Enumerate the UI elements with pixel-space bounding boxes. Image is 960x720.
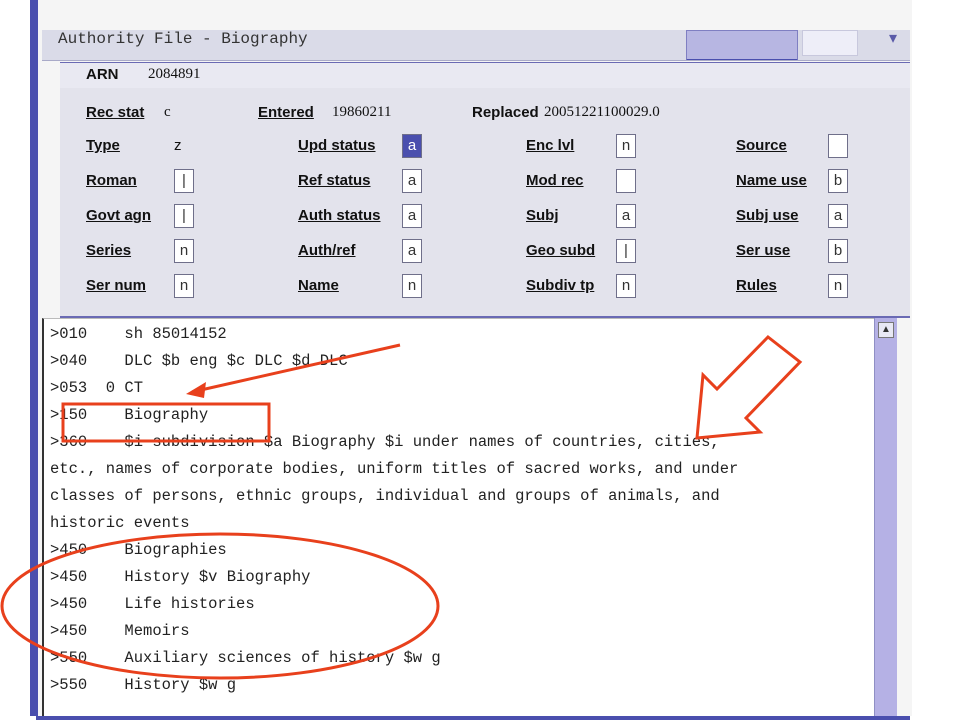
titlebar-arrow-icon[interactable]: ▾ (884, 30, 902, 50)
roman-label[interactable]: Roman (86, 172, 137, 189)
ref-status-label[interactable]: Ref status (298, 172, 371, 189)
window-title: Authority File - Biography (58, 30, 308, 48)
type-label[interactable]: Type (86, 137, 120, 154)
marc-line[interactable]: >150 Biography (50, 406, 208, 424)
ser-num-label[interactable]: Ser num (86, 277, 146, 294)
marc-text-area[interactable]: >010 sh 85014152 >040 DLC $b eng $c DLC … (42, 318, 876, 717)
geo-subd-label[interactable]: Geo subd (526, 242, 595, 259)
arn-label: ARN (86, 66, 119, 83)
rules-field[interactable]: n (828, 274, 848, 298)
geo-subd-field[interactable]: | (616, 239, 636, 263)
series-field[interactable]: n (174, 239, 194, 263)
mod-rec-label[interactable]: Mod rec (526, 172, 584, 189)
replaced-value: 20051221100029.0 (544, 104, 660, 120)
marc-line[interactable]: >053 0 CT (50, 379, 143, 397)
upd-status-field[interactable]: a (402, 134, 422, 158)
marc-line[interactable]: etc., names of corporate bodies, uniform… (50, 460, 738, 478)
vertical-scrollbar[interactable]: ▲ (874, 318, 897, 716)
subdiv-tp-label[interactable]: Subdiv tp (526, 277, 594, 294)
auth-status-field[interactable]: a (402, 204, 422, 228)
series-label[interactable]: Series (86, 242, 131, 259)
source-field[interactable] (828, 134, 848, 158)
ser-num-field[interactable]: n (174, 274, 194, 298)
enc-lvl-field[interactable]: n (616, 134, 636, 158)
arn-value: 2084891 (148, 66, 201, 82)
ser-use-label[interactable]: Ser use (736, 242, 790, 259)
marc-line[interactable]: >040 DLC $b eng $c DLC $d DLC (50, 352, 348, 370)
mod-rec-field[interactable] (616, 169, 636, 193)
upd-status-label[interactable]: Upd status (298, 137, 376, 154)
auth-ref-field[interactable]: a (402, 239, 422, 263)
marc-line[interactable]: classes of persons, ethnic groups, indiv… (50, 487, 720, 505)
rules-label[interactable]: Rules (736, 277, 777, 294)
ref-status-field[interactable]: a (402, 169, 422, 193)
enc-lvl-label[interactable]: Enc lvl (526, 137, 574, 154)
titlebar-button[interactable] (686, 30, 798, 60)
roman-field[interactable]: | (174, 169, 194, 193)
subj-use-field[interactable]: a (828, 204, 848, 228)
titlebar-field[interactable] (802, 30, 858, 56)
entered-label[interactable]: Entered (258, 104, 314, 121)
fixed-fields-panel: Rec stat c Entered 19860211 Replaced 200… (60, 88, 910, 318)
source-label[interactable]: Source (736, 137, 787, 154)
govt-agn-label[interactable]: Govt agn (86, 207, 151, 224)
marc-line[interactable]: >450 Memoirs (50, 622, 190, 640)
name-use-label[interactable]: Name use (736, 172, 807, 189)
auth-ref-label[interactable]: Auth/ref (298, 242, 356, 259)
subj-label[interactable]: Subj (526, 207, 559, 224)
name-use-field[interactable]: b (828, 169, 848, 193)
arn-bar: ARN 2084891 (60, 62, 910, 90)
ser-use-field[interactable]: b (828, 239, 848, 263)
subj-use-label[interactable]: Subj use (736, 207, 799, 224)
subdiv-tp-field[interactable]: n (616, 274, 636, 298)
name-field[interactable]: n (402, 274, 422, 298)
marc-line[interactable]: >550 Auxiliary sciences of history $w g (50, 649, 441, 667)
rec-stat-label[interactable]: Rec stat (86, 104, 144, 121)
name-label[interactable]: Name (298, 277, 339, 294)
marc-line[interactable]: >550 History $w g (50, 676, 236, 694)
entered-value: 19860211 (332, 104, 392, 120)
window-titlebar: Authority File - Biography ▾ (42, 30, 910, 61)
type-value: z (174, 137, 182, 154)
marc-line[interactable]: historic events (50, 514, 190, 532)
marc-line[interactable]: >360 $i subdivision $a Biography $i unde… (50, 433, 720, 451)
marc-line[interactable]: >450 Biographies (50, 541, 227, 559)
subj-field[interactable]: a (616, 204, 636, 228)
window-bottom-border (36, 716, 910, 720)
rec-stat-value: c (164, 104, 171, 120)
auth-status-label[interactable]: Auth status (298, 207, 381, 224)
scroll-up-icon[interactable]: ▲ (878, 322, 894, 338)
marc-line[interactable]: >010 sh 85014152 (50, 325, 227, 343)
marc-line[interactable]: >450 Life histories (50, 595, 255, 613)
replaced-label: Replaced (472, 104, 539, 121)
govt-agn-field[interactable]: | (174, 204, 194, 228)
marc-line[interactable]: >450 History $v Biography (50, 568, 310, 586)
